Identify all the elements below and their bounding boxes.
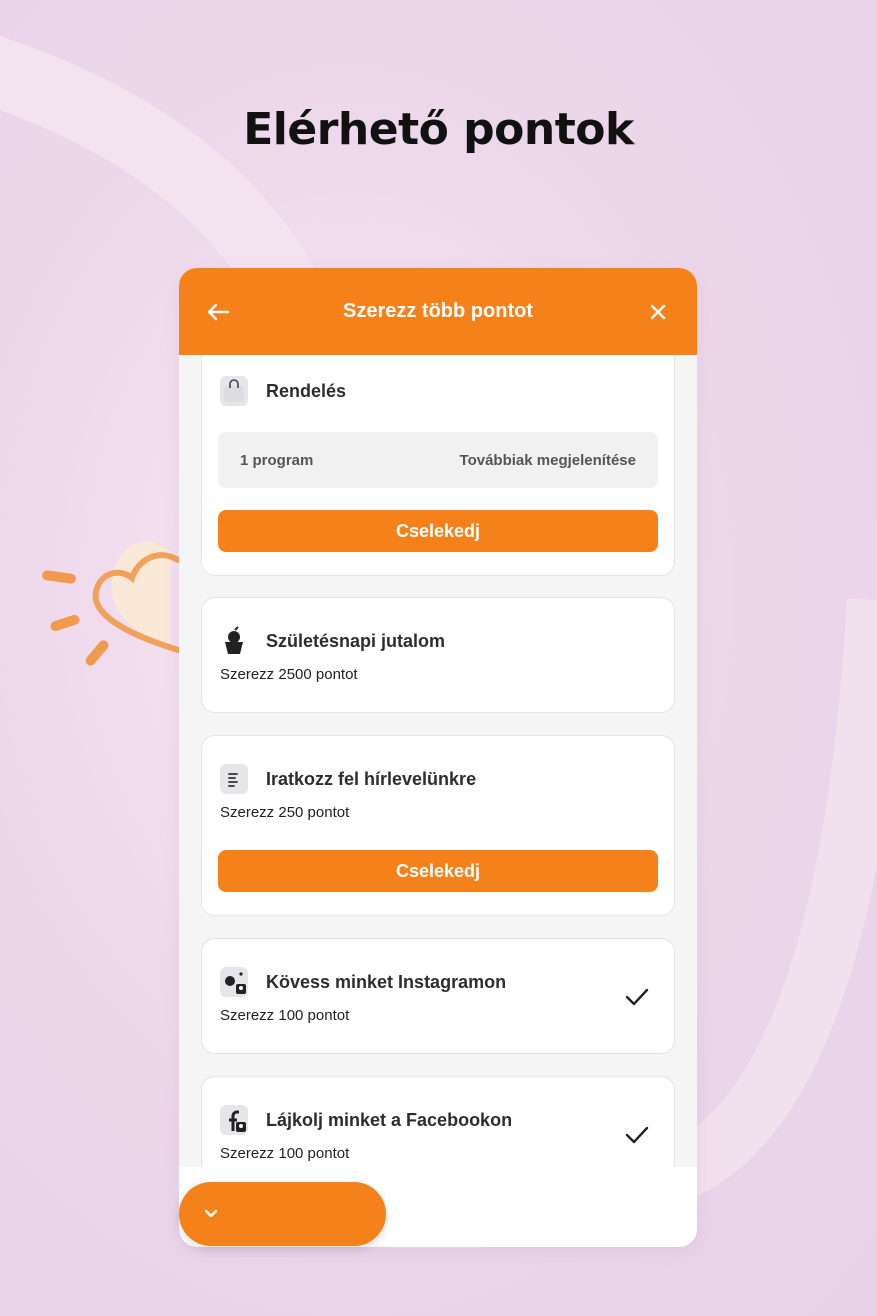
checkmark-icon [625,988,649,1006]
checkmark-icon [625,1126,649,1144]
card-newsletter: Iratkozz fel hírlevelünkre Szerezz 250 p… [201,735,675,916]
arrow-left-icon[interactable] [205,299,231,325]
card-title: Iratkozz fel hírlevelünkre [266,768,477,789]
points-widget: Szerezz több pontot Rendelés 1 program T… [179,268,697,1247]
shopping-bag-icon [220,376,248,406]
card-facebook: Lájkolj minket a Facebookon Szerezz 100 … [201,1076,675,1167]
card-order: Rendelés 1 program Továbbiak megjeleníté… [201,355,675,576]
widget-header: Szerezz több pontot [179,268,697,355]
document-icon [220,764,248,794]
close-icon[interactable] [645,299,671,325]
card-title: Lájkolj minket a Facebookon [266,1109,513,1130]
card-subtitle: Szerezz 100 pontot [220,1145,350,1162]
card-subtitle: Szerezz 2500 pontot [220,666,358,683]
heart-icon [42,541,181,666]
widget-body[interactable]: Rendelés 1 program Továbbiak megjeleníté… [179,355,697,1167]
show-more-link[interactable]: Továbbiak megjelenítése [460,452,636,469]
instagram-user-icon [220,967,248,997]
card-title: Rendelés [266,380,347,401]
card-birthday: Születésnapi jutalom Szerezz 2500 pontot [201,597,675,713]
page-title: Elérhető pontok [243,104,634,155]
card-title: Születésnapi jutalom [266,630,446,651]
chevron-down-icon [204,1209,218,1218]
facebook-user-icon [220,1105,248,1135]
collapse-button[interactable] [179,1182,386,1246]
program-box[interactable]: 1 program Továbbiak megjelenítése [218,432,658,488]
card-title: Kövess minket Instagramon [266,971,507,992]
widget-title: Szerezz több pontot [343,300,533,322]
card-subtitle: Szerezz 100 pontot [220,1007,350,1024]
cupcake-icon [220,626,248,656]
action-button[interactable]: Cselekedj [218,850,658,892]
action-button[interactable]: Cselekedj [218,510,658,552]
card-instagram: Kövess minket Instagramon Szerezz 100 po… [201,938,675,1054]
program-count: 1 program [240,451,314,469]
card-subtitle: Szerezz 250 pontot [220,804,350,821]
